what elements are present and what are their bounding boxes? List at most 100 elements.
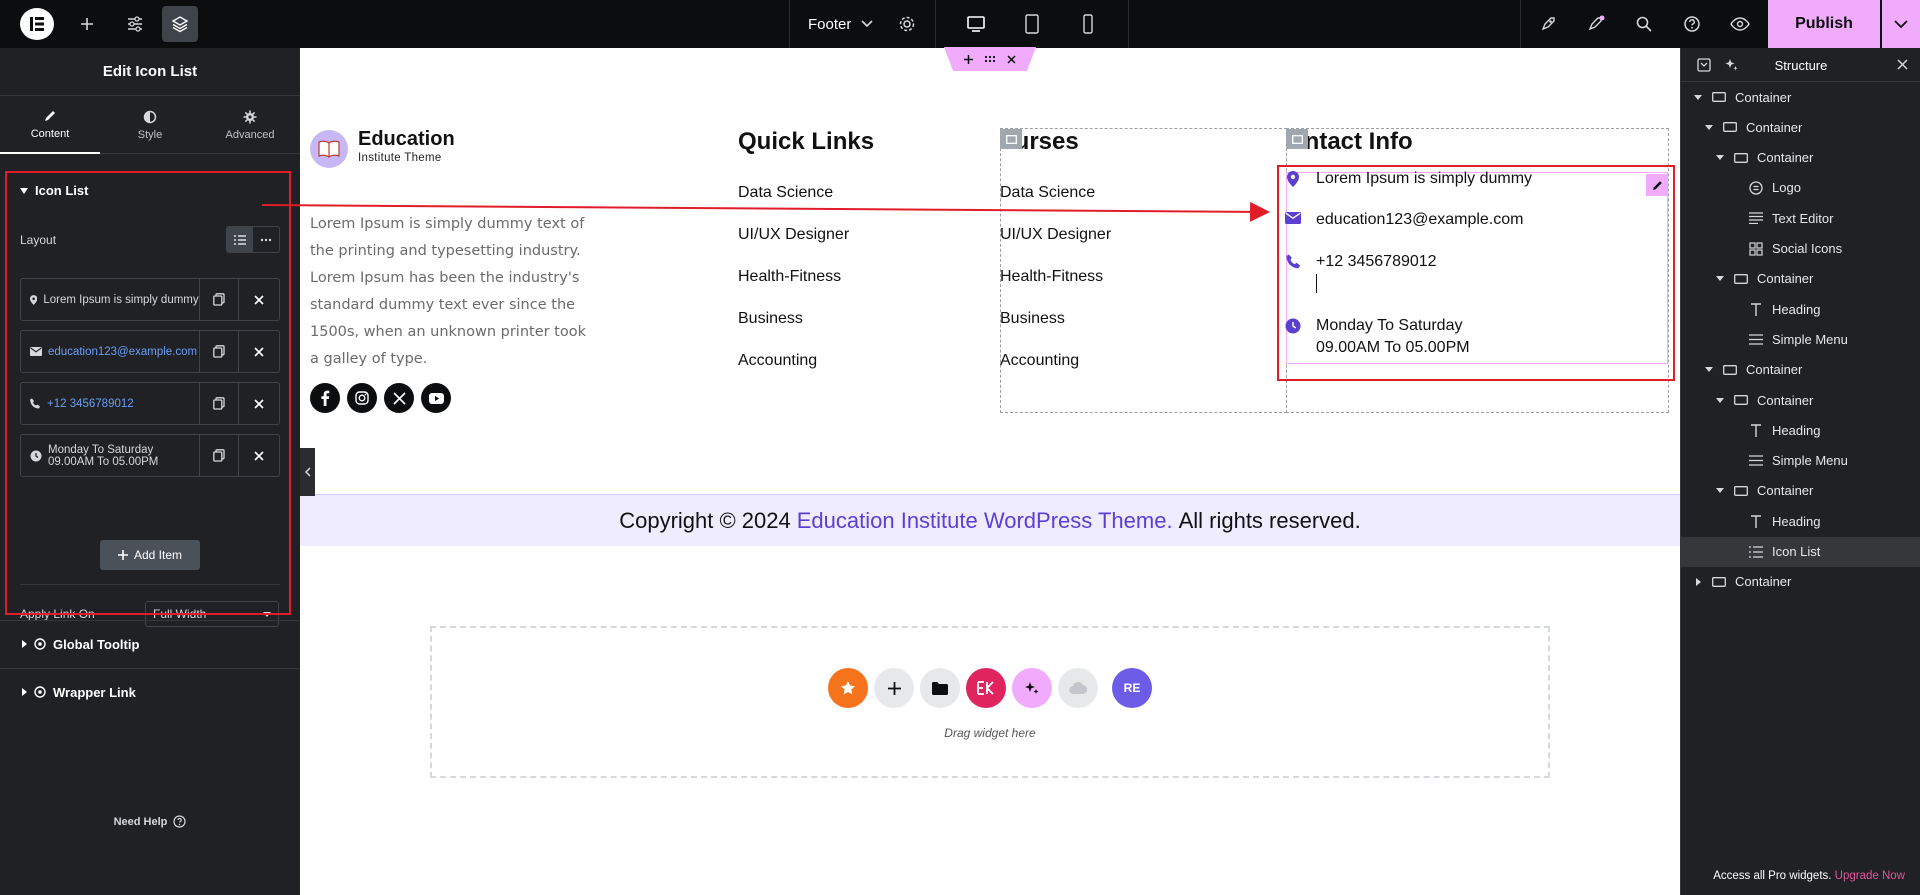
container-handle-icon[interactable] [1000, 129, 1022, 149]
section-toggle-global-tooltip[interactable]: Global Tooltip [0, 620, 300, 667]
menu-item[interactable]: Accounting [1000, 340, 1111, 382]
publish-options-button[interactable] [1882, 0, 1920, 48]
copyright-suffix: All rights reserved. [1178, 507, 1361, 533]
royal-elementor-icon[interactable]: RE [1112, 668, 1152, 708]
icon-list-icon [1748, 545, 1764, 558]
cloud-icon[interactable] [1058, 668, 1098, 708]
structure-item-simple-menu[interactable]: Simple Menu [1681, 446, 1920, 476]
contact-heading[interactable]: ontact Info [1290, 128, 1413, 156]
tablet-view-icon[interactable] [1004, 0, 1060, 48]
brand-subtitle: Institute Theme [358, 152, 442, 164]
folder-icon[interactable] [920, 668, 960, 708]
structure-item-container[interactable]: Container [1681, 143, 1920, 173]
layers-icon[interactable] [162, 6, 198, 42]
ai-sparkle-icon[interactable] [1012, 668, 1052, 708]
document-name: Footer [808, 15, 852, 33]
upgrade-link[interactable]: Upgrade Now [1835, 870, 1905, 882]
menu-item[interactable]: UI/UX Designer [1000, 214, 1111, 256]
instagram-icon[interactable] [347, 383, 377, 413]
mobile-view-icon[interactable] [1060, 0, 1116, 48]
tab-style[interactable]: Style [100, 96, 200, 154]
menu-item[interactable]: Business [738, 298, 849, 340]
caret-right-icon [22, 688, 27, 696]
close-icon[interactable] [1897, 59, 1908, 70]
facebook-icon[interactable] [310, 383, 340, 413]
structure-item-container[interactable]: Container [1681, 82, 1920, 112]
caret-down-icon[interactable] [1715, 155, 1725, 161]
logo-image[interactable] [310, 130, 348, 168]
notifications-icon[interactable] [1580, 0, 1612, 48]
caret-down-icon[interactable] [1704, 124, 1714, 130]
tab-label: Style [137, 128, 163, 141]
sliders-icon[interactable] [120, 0, 150, 48]
page-settings-gear-icon[interactable] [890, 0, 924, 48]
structure-item-container[interactable]: Container [1681, 567, 1920, 597]
structure-item-heading[interactable]: Heading [1681, 415, 1920, 445]
structure-item-container[interactable]: Container [1681, 264, 1920, 294]
elementskit-icon[interactable] [966, 668, 1006, 708]
structure-item-logo[interactable]: Logo [1681, 173, 1920, 203]
menu-item[interactable]: Health-Fitness [738, 256, 849, 298]
annotation-highlight-box [1277, 165, 1675, 381]
chevron-down-icon [1894, 19, 1908, 28]
menu-item[interactable]: Data Science [738, 172, 849, 214]
help-icon[interactable] [1676, 0, 1708, 48]
collapse-panel-button[interactable] [300, 448, 315, 496]
need-help-link[interactable]: Need Help [0, 815, 300, 828]
upgrade-footer: Access all Pro widgets. Upgrade Now [1681, 870, 1920, 882]
caret-down-icon[interactable] [1704, 367, 1714, 373]
tab-content[interactable]: Content [0, 96, 100, 154]
menu-item[interactable]: Business [1000, 298, 1111, 340]
caret-down-icon[interactable] [1715, 397, 1725, 403]
star-icon[interactable] [828, 668, 868, 708]
tab-label: Advanced [225, 128, 275, 141]
add-section-icon[interactable] [874, 668, 914, 708]
publish-button[interactable]: Publish [1768, 0, 1880, 48]
structure-item-container[interactable]: Container [1681, 385, 1920, 415]
tab-advanced[interactable]: Advanced [200, 96, 300, 154]
menu-item[interactable]: Data Science [1000, 172, 1111, 214]
quick-links-heading[interactable]: Quick Links [738, 128, 874, 156]
menu-item[interactable]: Health-Fitness [1000, 256, 1111, 298]
structure-item-simple-menu[interactable]: Simple Menu [1681, 324, 1920, 354]
menu-item[interactable]: UI/UX Designer [738, 214, 849, 256]
structure-item-social-icons[interactable]: Social Icons [1681, 234, 1920, 264]
structure-item-label: Container [1757, 271, 1814, 287]
section-title: Global Tooltip [53, 636, 140, 652]
structure-item-container[interactable]: Container [1681, 355, 1920, 385]
x-icon[interactable] [384, 383, 414, 413]
elementor-logo-icon[interactable] [20, 8, 54, 40]
close-icon[interactable] [1007, 54, 1016, 64]
structure-item-heading[interactable]: Heading [1681, 294, 1920, 324]
copyright-bar[interactable]: Copyright © 2024 Education Institute Wor… [300, 494, 1680, 546]
structure-item-icon-list[interactable]: Icon List [1681, 536, 1920, 567]
ai-sparkle-icon[interactable] [1725, 58, 1739, 72]
youtube-icon[interactable] [421, 383, 451, 413]
section-toggle-wrapper-link[interactable]: Wrapper Link [0, 668, 300, 715]
add-icon[interactable] [963, 54, 973, 64]
structure-item-container[interactable]: Container [1681, 476, 1920, 506]
caret-down-icon[interactable] [1693, 94, 1703, 100]
structure-item-heading[interactable]: Heading [1681, 506, 1920, 536]
preview-eye-icon[interactable] [1724, 0, 1756, 48]
search-icon[interactable] [1628, 0, 1660, 48]
drop-zone[interactable]: RE Drag widget here [430, 626, 1550, 778]
container-handle-icon[interactable] [1286, 129, 1308, 149]
structure-item-text-editor[interactable]: Text Editor [1681, 203, 1920, 233]
rocket-icon[interactable] [1532, 0, 1564, 48]
caret-right-icon[interactable] [1693, 577, 1703, 586]
container-icon [1733, 485, 1749, 496]
collapse-all-icon[interactable] [1697, 58, 1711, 72]
caret-down-icon[interactable] [1715, 488, 1725, 494]
structure-item-label: Container [1735, 574, 1792, 590]
about-text[interactable]: Lorem Ipsum is simply dummy text of the … [310, 211, 595, 373]
add-element-icon[interactable] [72, 0, 102, 48]
caret-down-icon[interactable] [1715, 276, 1725, 282]
menu-item[interactable]: Accounting [738, 340, 849, 382]
structure-item-container[interactable]: Container [1681, 112, 1920, 142]
structure-item-label: Heading [1772, 422, 1821, 438]
caret-right-icon [22, 640, 27, 648]
desktop-view-icon[interactable] [948, 0, 1004, 48]
drag-handle-icon[interactable] [984, 55, 996, 63]
copyright-link[interactable]: Education Institute WordPress Theme. [797, 508, 1173, 534]
